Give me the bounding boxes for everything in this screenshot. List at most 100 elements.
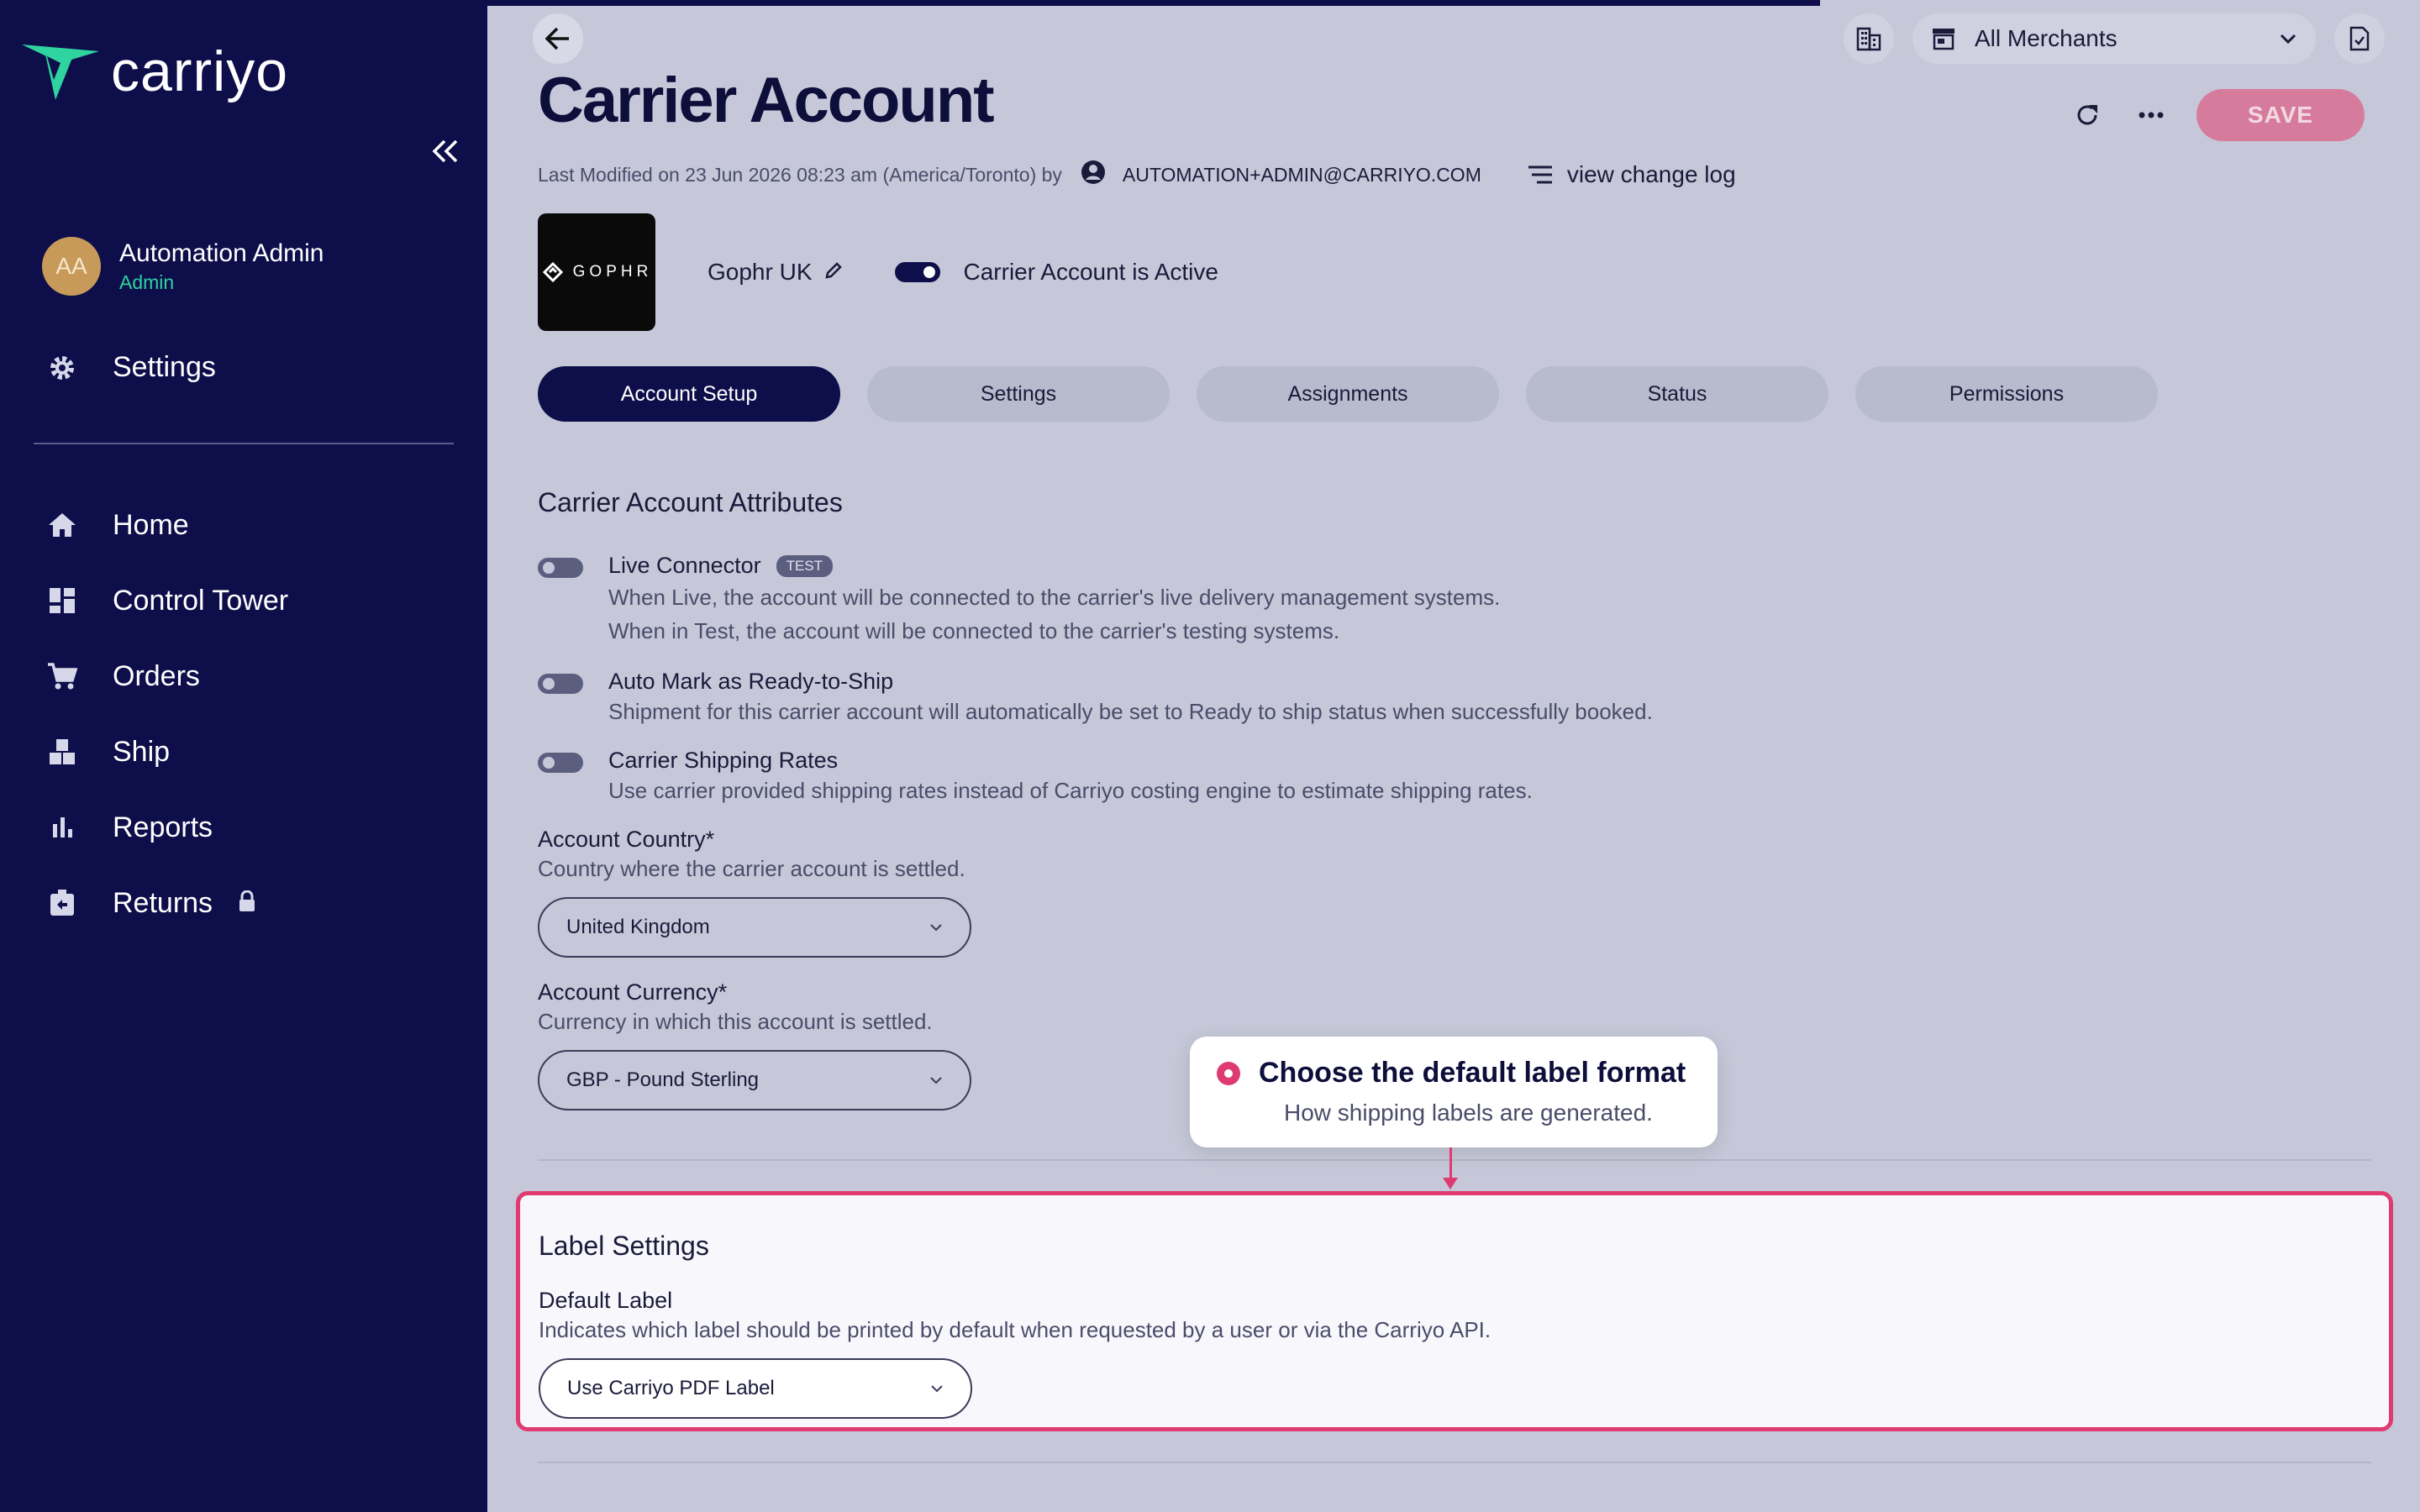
default-label-value: Use Carriyo PDF Label [567, 1377, 775, 1399]
sidebar-nav: Home Control Tower Orders Ship Reports R… [47, 487, 288, 941]
top-toolbar: All Merchants [1844, 13, 2385, 64]
label-settings-title: Label Settings [539, 1231, 709, 1261]
account-currency-label: Account Currency* [538, 979, 728, 1005]
carriyo-bird-icon [22, 45, 99, 100]
refresh-button[interactable] [2069, 97, 2106, 134]
step-dot-icon [1217, 1061, 1240, 1085]
carrier-logo: GOPHR [538, 213, 655, 331]
more-options-button[interactable] [2133, 97, 2170, 134]
default-label-select[interactable]: Use Carriyo PDF Label [539, 1358, 972, 1419]
store-icon [1933, 29, 1954, 50]
last-modified-text: Last Modified on 23 Jun 2026 08:23 am (A… [538, 163, 1062, 186]
sidebar-item-label: Home [113, 508, 189, 541]
sidebar-item-label: Ship [113, 735, 171, 768]
attributes-section-title: Carrier Account Attributes [538, 487, 843, 517]
carrier-active-toggle[interactable] [894, 262, 940, 282]
label-settings-section: Label Settings Default Label Indicates w… [516, 1191, 2393, 1431]
lock-icon [238, 890, 256, 916]
live-connector-label: Live Connector [608, 553, 761, 578]
carrier-logo-text: GOPHR [572, 263, 653, 281]
tooltip-title: Choose the default label format [1259, 1057, 1686, 1089]
return-box-icon [47, 888, 77, 918]
user-profile[interactable]: AA Automation Admin Admin [42, 237, 324, 296]
view-change-log-link[interactable]: view change log [1527, 161, 1736, 188]
auto-mark-setting: Auto Mark as Ready-to-Ship Shipment for … [538, 669, 1653, 728]
loading-progress-bar [487, 0, 1820, 6]
merchant-select[interactable]: All Merchants [1912, 13, 2316, 64]
test-badge: TEST [776, 554, 834, 577]
sidebar-item-label: Returns [113, 886, 213, 919]
tooltip-subtitle: How shipping labels are generated. [1284, 1100, 1653, 1126]
sidebar-item-orders[interactable]: Orders [47, 638, 288, 714]
account-country-select[interactable]: United Kingdom [538, 897, 971, 958]
sidebar-item-label: Settings [113, 351, 216, 383]
user-name: Automation Admin [119, 239, 324, 267]
tab-account-setup[interactable]: Account Setup [538, 366, 840, 422]
save-button[interactable]: SAVE [2196, 89, 2365, 141]
carrier-header: GOPHR Gophr UK Carrier Account is Active [538, 213, 1218, 331]
carrier-name-text: Gophr UK [708, 259, 813, 285]
account-currency-desc: Currency in which this account is settle… [538, 1009, 933, 1034]
chevron-down-icon [931, 1385, 943, 1393]
tab-permissions[interactable]: Permissions [1855, 366, 2158, 422]
chevron-down-icon [930, 924, 942, 932]
gophr-mark-icon [542, 261, 563, 283]
dashboard-icon [47, 585, 77, 616]
view-change-log-label: view change log [1566, 161, 1736, 187]
sidebar-divider [34, 443, 454, 444]
default-label-desc: Indicates which label should be printed … [539, 1317, 1491, 1342]
account-country-value: United Kingdom [566, 916, 710, 938]
tab-settings[interactable]: Settings [867, 366, 1170, 422]
sidebar-item-control-tower[interactable]: Control Tower [47, 563, 288, 638]
tab-bar: Account Setup Settings Assignments Statu… [538, 366, 2185, 422]
sidebar-item-label: Orders [113, 659, 200, 692]
edit-name-button[interactable] [824, 259, 843, 286]
section-divider [538, 1159, 2371, 1161]
modified-by-email: AUTOMATION+ADMIN@CARRIYO.COM [1122, 163, 1481, 186]
auto-mark-toggle[interactable] [538, 674, 583, 694]
main-content: Carrier Account All Merchants SAVE Last … [487, 0, 2420, 1512]
sidebar-item-settings[interactable]: Settings [47, 351, 216, 384]
chevron-down-icon [2280, 34, 2296, 45]
account-currency-field: Account Currency* Currency in which this… [538, 979, 971, 1110]
double-chevron-left-icon [432, 139, 458, 163]
account-country-desc: Country where the carrier account is set… [538, 856, 965, 881]
shipping-rates-label: Carrier Shipping Rates [608, 748, 839, 773]
default-label-label: Default Label [539, 1288, 673, 1313]
auto-mark-label: Auto Mark as Ready-to-Ship [608, 669, 894, 694]
sidebar-item-returns[interactable]: Returns [47, 865, 288, 941]
chevron-down-icon [930, 1077, 942, 1084]
account-currency-select[interactable]: GBP - Pound Sterling [538, 1050, 971, 1110]
tab-status[interactable]: Status [1526, 366, 1828, 422]
arrow-left-icon [545, 27, 569, 50]
avatar: AA [42, 237, 101, 296]
live-connector-desc-1: When Live, the account will be connected… [608, 585, 1501, 610]
building-icon [1856, 27, 1881, 51]
pencil-icon [824, 262, 842, 279]
carrier-active-label: Carrier Account is Active [963, 259, 1218, 285]
sidebar-item-reports[interactable]: Reports [47, 790, 288, 865]
shipping-rates-setting: Carrier Shipping Rates Use carrier provi… [538, 748, 1533, 807]
more-horizontal-icon [2139, 112, 2164, 118]
home-icon [47, 510, 77, 540]
document-button[interactable] [2334, 13, 2385, 64]
tab-assignments[interactable]: Assignments [1197, 366, 1499, 422]
organization-button[interactable] [1844, 13, 1894, 64]
tooltip-pointer-arrow [1443, 1147, 1458, 1189]
default-label-field: Default Label Indicates which label shou… [539, 1288, 1491, 1419]
cart-icon [47, 661, 77, 691]
logo-text: carriyo [111, 39, 289, 103]
user-role: Admin [119, 270, 175, 293]
shipping-rates-toggle[interactable] [538, 753, 583, 773]
collapse-sidebar-button[interactable] [425, 131, 466, 171]
sidebar-item-ship[interactable]: Ship [47, 714, 288, 790]
shipping-rates-desc: Use carrier provided shipping rates inst… [608, 778, 1533, 803]
document-check-icon [2349, 26, 2370, 51]
sidebar-item-home[interactable]: Home [47, 487, 288, 563]
live-connector-toggle[interactable] [538, 558, 583, 578]
boxes-icon [47, 737, 77, 767]
sidebar-item-label: Control Tower [113, 584, 289, 617]
live-connector-setting: Live Connector TEST When Live, the accou… [538, 553, 1500, 648]
back-button[interactable] [533, 13, 583, 64]
carriyo-logo[interactable]: carriyo [22, 39, 288, 104]
